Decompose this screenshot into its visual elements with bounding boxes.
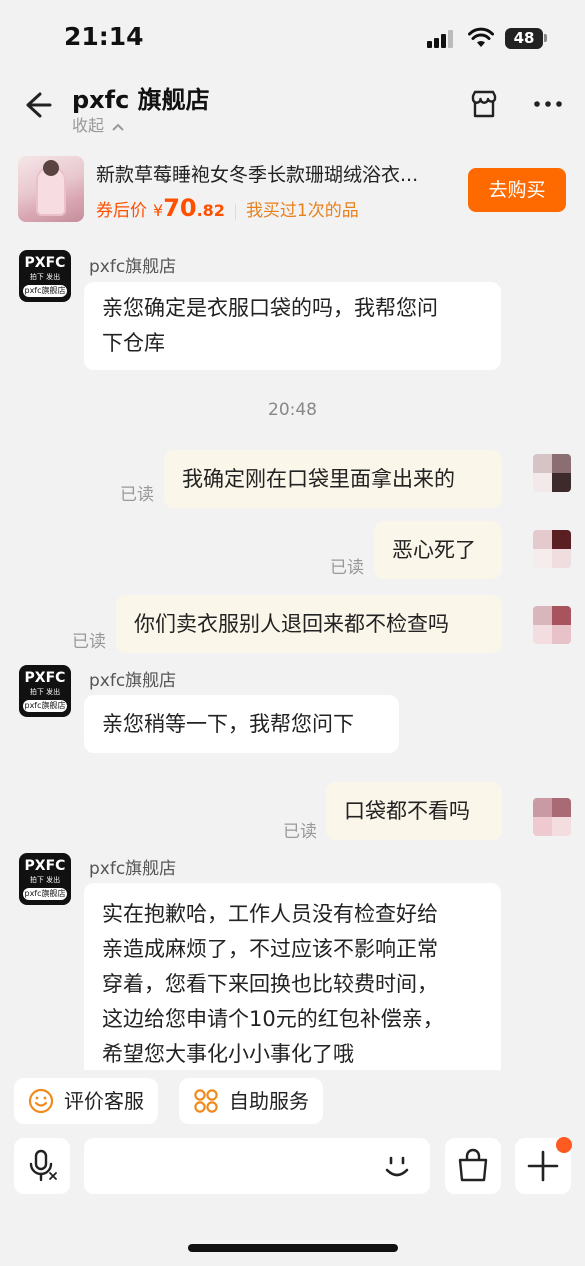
message-line: 这边给您申请个10元的红包补偿亲，	[102, 1007, 444, 1031]
collapse-label: 收起	[72, 116, 105, 135]
status-time: 21:14	[64, 22, 144, 51]
more-icon[interactable]	[532, 88, 564, 120]
store-logo-tagline: 拍下 发出	[29, 876, 61, 884]
mic-icon	[29, 1149, 57, 1182]
read-receipt: 已读	[120, 485, 154, 505]
chat-header: pxfc 旗舰店 收起	[0, 72, 585, 142]
message-line: 下仓库	[102, 331, 165, 355]
store-logo-text: PXFC	[24, 670, 66, 686]
cellular-signal-icon	[427, 30, 457, 48]
store-logo-sub: pxfc旗舰店	[23, 888, 67, 900]
battery-indicator: 48	[505, 28, 543, 49]
emoji-icon[interactable]	[380, 1150, 414, 1184]
store-avatar[interactable]: PXFC 拍下 发出 pxfc旗舰店	[19, 853, 71, 905]
voice-button[interactable]	[14, 1138, 70, 1194]
incoming-message[interactable]: 实在抱歉哈，工作人员没有检查好给 亲造成麻烦了，不过应该不影响正常 穿着，您看下…	[84, 883, 501, 1070]
outgoing-message[interactable]: 口袋都不看吗	[326, 782, 502, 840]
store-logo-tagline: 拍下 发出	[29, 273, 61, 281]
read-receipt: 已读	[72, 632, 106, 652]
message-input[interactable]	[84, 1138, 430, 1194]
rate-service-label: 评价客服	[64, 1089, 144, 1113]
shop-icon[interactable]	[468, 88, 500, 120]
store-avatar[interactable]: PXFC 拍下 发出 pxfc旗舰店	[19, 250, 71, 302]
store-logo-tagline: 拍下 发出	[29, 688, 61, 696]
timestamp: 20:48	[268, 400, 317, 420]
product-figure-head	[43, 160, 59, 176]
outgoing-message[interactable]: 我确定刚在口袋里面拿出来的	[164, 450, 502, 508]
price-integer: 70	[163, 194, 197, 222]
product-thumbnail[interactable]	[18, 156, 84, 222]
incoming-message[interactable]: 亲您稍等一下，我帮您问下	[84, 695, 399, 753]
quick-actions: 评价客服 自助服务	[0, 1078, 585, 1126]
store-avatar[interactable]: PXFC 拍下 发出 pxfc旗舰店	[19, 665, 71, 717]
status-bar: 21:14 48	[0, 0, 585, 70]
back-arrow-icon[interactable]	[20, 88, 54, 122]
rate-service-button[interactable]: 评价客服	[14, 1078, 158, 1124]
user-avatar[interactable]	[533, 606, 571, 644]
user-avatar[interactable]	[533, 798, 571, 836]
notification-dot	[556, 1137, 572, 1153]
user-avatar[interactable]	[533, 530, 571, 568]
message-line: 希望您大事化小小事化了哦	[102, 1042, 354, 1066]
bag-icon	[458, 1148, 488, 1182]
store-name[interactable]: pxfc 旗舰店	[72, 80, 210, 115]
collapse-toggle[interactable]: 收起	[72, 112, 125, 136]
self-service-label: 自助服务	[229, 1089, 309, 1113]
store-logo-text: PXFC	[24, 255, 66, 271]
grid-icon	[194, 1089, 218, 1113]
read-receipt: 已读	[330, 558, 364, 578]
input-bar	[0, 1138, 585, 1196]
message-line: 穿着，您看下来回换也比较费时间，	[102, 972, 438, 996]
sender-name: pxfc旗舰店	[89, 257, 177, 277]
user-avatar[interactable]	[533, 454, 571, 492]
store-logo-sub: pxfc旗舰店	[23, 285, 67, 297]
bought-note: 我买过1次的品	[245, 201, 359, 221]
product-title[interactable]: 新款草莓睡袍女冬季长款珊瑚绒浴衣...	[96, 160, 446, 187]
incoming-message[interactable]: 亲您确定是衣服口袋的吗，我帮您问 下仓库	[84, 282, 501, 370]
price-decimal: .82	[196, 201, 225, 220]
message-line: 实在抱歉哈，工作人员没有检查好给	[102, 902, 438, 926]
home-indicator[interactable]	[188, 1244, 398, 1252]
read-receipt: 已读	[283, 822, 317, 842]
message-line: 亲您确定是衣服口袋的吗，我帮您问	[102, 296, 438, 320]
battery-cap	[544, 34, 547, 42]
product-card[interactable]: 新款草莓睡袍女冬季长款珊瑚绒浴衣... 券后价 ¥70.82 我买过1次的品 去购买	[0, 150, 585, 232]
outgoing-message[interactable]: 你们卖衣服别人退回来都不检查吗	[116, 595, 502, 653]
sender-name: pxfc旗舰店	[89, 671, 177, 691]
price-label: 券后价	[96, 201, 147, 221]
message-line: 亲造成麻烦了，不过应该不影响正常	[102, 937, 438, 961]
outgoing-message[interactable]: 恶心死了	[374, 521, 502, 579]
sender-name: pxfc旗舰店	[89, 859, 177, 879]
buy-button[interactable]: 去购买	[468, 168, 566, 212]
message-line: 亲您稍等一下，我帮您问下	[102, 712, 354, 736]
price-divider	[234, 203, 236, 220]
store-logo-sub: pxfc旗舰店	[23, 700, 67, 712]
store-logo-text: PXFC	[24, 858, 66, 874]
self-service-button[interactable]: 自助服务	[179, 1078, 323, 1124]
price-currency: ¥	[153, 201, 164, 220]
price-row: 券后价 ¥70.82 我买过1次的品	[96, 194, 359, 224]
smile-icon	[28, 1088, 54, 1114]
chat-messages[interactable]: PXFC 拍下 发出 pxfc旗舰店 pxfc旗舰店 亲您确定是衣服口袋的吗，我…	[0, 240, 585, 1070]
wifi-icon	[468, 27, 494, 47]
shopping-bag-button[interactable]	[445, 1138, 501, 1194]
chevron-up-icon	[112, 123, 124, 131]
